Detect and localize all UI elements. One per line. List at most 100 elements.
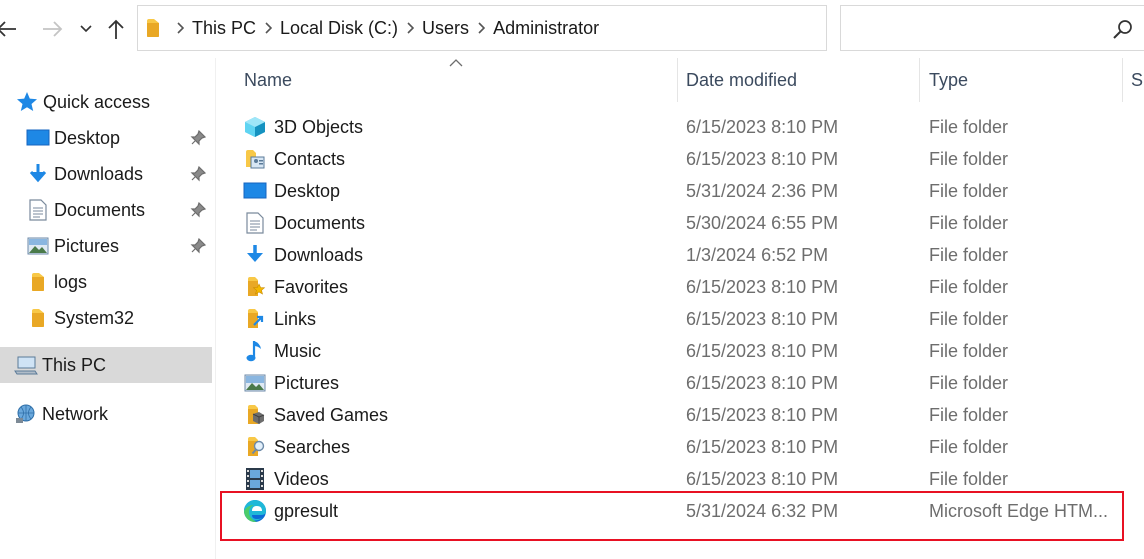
file-name: 3D Objects — [274, 116, 364, 137]
file-row-music[interactable]: Music 6/15/2023 8:10 PM File folder — [237, 335, 1127, 367]
column-divider[interactable] — [1122, 58, 1123, 102]
file-row-links[interactable]: Links 6/15/2023 8:10 PM File folder — [237, 303, 1127, 335]
search-box[interactable] — [840, 5, 1144, 51]
file-row-saved-games[interactable]: Saved Games 6/15/2023 8:10 PM File folde… — [237, 399, 1127, 431]
pictures-icon — [26, 234, 50, 258]
file-row-downloads[interactable]: Downloads 1/3/2024 6:52 PM File folder — [237, 239, 1127, 271]
file-name: Downloads — [274, 244, 364, 265]
file-date: 6/15/2023 8:10 PM — [686, 308, 839, 329]
forward-arrow-icon — [43, 21, 63, 37]
nav-item-label: System32 — [54, 307, 135, 328]
nav-item-pictures[interactable]: Pictures — [26, 229, 216, 263]
desktop-icon — [26, 126, 50, 150]
file-type: File folder — [929, 180, 1009, 201]
videos-icon — [243, 467, 267, 491]
file-date: 6/15/2023 8:10 PM — [686, 148, 839, 169]
breadcrumb-separator-icon[interactable] — [398, 6, 422, 50]
file-type: File folder — [929, 212, 1009, 233]
nav-item-downloads[interactable]: Downloads — [26, 157, 216, 191]
downloads-icon — [243, 243, 267, 267]
nav-quick-access-label: Quick access — [43, 91, 151, 112]
file-type: File folder — [929, 276, 1009, 297]
back-button[interactable] — [0, 14, 22, 44]
nav-item-label: This PC — [42, 354, 107, 375]
search-icon[interactable] — [1112, 18, 1134, 40]
file-name: Links — [274, 308, 317, 329]
file-date: 5/31/2024 2:36 PM — [686, 180, 839, 201]
breadcrumb-separator-icon[interactable] — [256, 6, 280, 50]
nav-item-label: logs — [54, 271, 88, 292]
file-name: Music — [274, 340, 322, 361]
breadcrumb-local-disk[interactable]: Local Disk (C:) — [280, 18, 398, 39]
folder-icon — [138, 18, 168, 38]
chevron-down-icon — [80, 25, 92, 33]
nav-item-network[interactable]: Network — [14, 397, 108, 431]
breadcrumb-administrator[interactable]: Administrator — [493, 18, 599, 39]
nav-item-desktop[interactable]: Desktop — [26, 121, 216, 155]
column-header-size[interactable]: Si — [1131, 58, 1144, 102]
navigation-bar: This PC Local Disk (C:) Users Administra… — [0, 0, 1144, 58]
pin-icon — [190, 166, 206, 182]
search-input[interactable] — [849, 14, 1099, 42]
breadcrumb-separator-icon — [168, 6, 192, 50]
nav-item-documents[interactable]: Documents — [26, 193, 216, 227]
file-date: 6/15/2023 8:10 PM — [686, 404, 839, 425]
nav-item-logs[interactable]: logs — [26, 265, 87, 299]
forward-button[interactable] — [37, 14, 67, 44]
folder-icon — [26, 270, 50, 294]
file-date: 6/15/2023 8:10 PM — [686, 276, 839, 297]
file-name: Saved Games — [274, 404, 389, 425]
column-header-type[interactable]: Type — [929, 58, 1119, 102]
nav-item-this-pc[interactable]: This PC — [0, 347, 212, 383]
highlight-box — [220, 491, 1124, 541]
file-row-desktop[interactable]: Desktop 5/31/2024 2:36 PM File folder — [237, 175, 1127, 207]
file-type: File folder — [929, 436, 1009, 457]
breadcrumb-separator-icon[interactable] — [469, 6, 493, 50]
saved-games-icon — [243, 403, 267, 427]
file-row-documents[interactable]: Documents 5/30/2024 6:55 PM File folder — [237, 207, 1127, 239]
column-divider[interactable] — [919, 58, 920, 102]
back-arrow-icon — [0, 21, 16, 37]
searches-icon — [243, 435, 267, 459]
computer-icon — [14, 353, 38, 377]
music-icon — [243, 339, 267, 363]
recent-locations-button[interactable] — [72, 14, 100, 44]
file-date: 6/15/2023 8:10 PM — [686, 372, 839, 393]
breadcrumb-users[interactable]: Users — [422, 18, 469, 39]
documents-icon — [243, 211, 267, 235]
3d-objects-icon — [243, 115, 267, 139]
file-type: File folder — [929, 308, 1009, 329]
file-name: Videos — [274, 468, 329, 489]
column-divider[interactable] — [677, 58, 678, 102]
file-type: File folder — [929, 340, 1009, 361]
nav-item-system32[interactable]: System32 — [26, 301, 134, 335]
breadcrumb-this-pc[interactable]: This PC — [192, 18, 256, 39]
file-name: Searches — [274, 436, 351, 457]
column-header-name[interactable]: Name — [244, 58, 674, 102]
file-type: File folder — [929, 244, 1009, 265]
up-arrow-icon — [108, 19, 124, 39]
file-name: Desktop — [274, 180, 341, 201]
star-icon — [15, 90, 39, 114]
file-row-contacts[interactable]: Contacts 6/15/2023 8:10 PM File folder — [237, 143, 1127, 175]
nav-quick-access[interactable]: Quick access — [15, 85, 150, 119]
file-date: 6/15/2023 8:10 PM — [686, 116, 839, 137]
file-name: Favorites — [274, 276, 349, 297]
file-date: 1/3/2024 6:52 PM — [686, 244, 829, 265]
favorites-icon — [243, 275, 267, 299]
address-bar[interactable]: This PC Local Disk (C:) Users Administra… — [137, 5, 947, 51]
breadcrumb: This PC Local Disk (C:) Users Administra… — [138, 6, 599, 50]
file-row-searches[interactable]: Searches 6/15/2023 8:10 PM File folder — [237, 431, 1127, 463]
file-name: Contacts — [274, 148, 346, 169]
file-row-3d-objects[interactable]: 3D Objects 6/15/2023 8:10 PM File folder — [237, 111, 1127, 143]
downloads-icon — [26, 162, 50, 186]
file-row-pictures[interactable]: Pictures 6/15/2023 8:10 PM File folder — [237, 367, 1127, 399]
pin-icon — [190, 202, 206, 218]
pin-icon — [190, 238, 206, 254]
file-date: 6/15/2023 8:10 PM — [686, 436, 839, 457]
documents-icon — [26, 198, 50, 222]
column-header-date-modified[interactable]: Date modified — [686, 58, 918, 102]
up-button[interactable] — [101, 14, 131, 44]
file-name: Documents — [274, 212, 366, 233]
file-row-favorites[interactable]: Favorites 6/15/2023 8:10 PM File folder — [237, 271, 1127, 303]
